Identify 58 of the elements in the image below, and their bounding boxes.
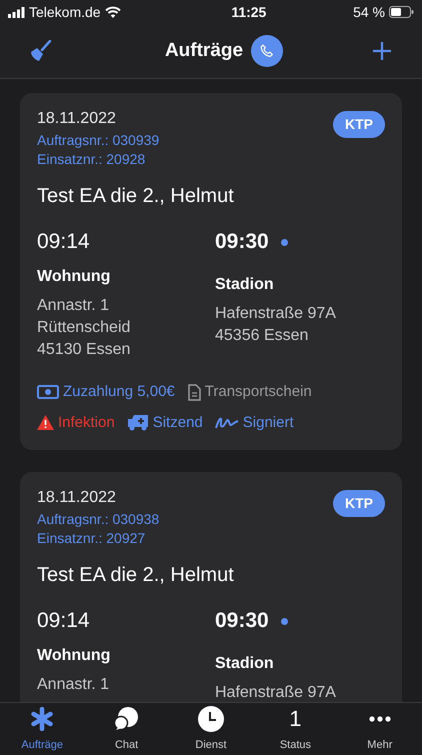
tag-label: Sitzend [152,412,203,432]
order-card[interactable]: 18.11.2022 Auftragsnr.: 030938 Einsatznr.: 20927 KTP Test EA die 2., Helmut 09:14 Wohnung Annastr. 1 09:30 Stadion Hafenstraße 97A [20,472,402,702]
address-line: Hafenstraße 97A [215,683,337,702]
page-title: Aufträge [164,38,244,63]
patient-name: Test EA die 2., Helmut [37,563,235,588]
phone-button[interactable] [251,35,284,67]
add-icon[interactable] [372,41,392,61]
warning-icon [37,415,54,430]
tag-label: Signiert [242,412,294,432]
clock-icon [197,704,226,732]
battery-text: 54 % [353,2,385,22]
patient-name: Test EA die 2., Helmut [37,184,235,209]
tab-item[interactable]: 1 Status [253,703,338,755]
time-text: 09:14 [37,229,90,256]
signal-icon [8,6,25,18]
phone-icon [260,44,274,58]
tab-item[interactable]: Aufträge [0,703,84,755]
order-card[interactable] [20,93,402,450]
broom-icon[interactable] [30,40,52,62]
location-name: Stadion [215,275,275,295]
mission-number: Einsatznr.: 20928 [37,150,146,169]
tag-label: Infektion [58,412,115,432]
tag-label: Transportschein [204,382,312,402]
signature-icon [214,416,239,430]
document-icon [186,384,201,401]
asterisk-icon [30,706,54,730]
location-name: Wohnung [37,646,112,666]
status-count: 1 [289,704,302,732]
chat-bubbles-icon [112,706,141,732]
clock-text: 11:25 [231,2,266,22]
order-number: Auftragsnr.: 030939 [37,131,160,150]
order-number: Auftragsnr.: 030938 [37,510,160,529]
date-text: 18.11.2022 [37,488,117,508]
address-line: 45130 Essen [37,340,132,360]
ktp-badge: KTP [333,111,385,138]
address-line: Annastr. 1 [37,675,110,695]
location-name: Stadion [215,654,275,674]
ktp-badge: KTP [333,490,385,517]
location-name: Wohnung [37,267,112,287]
date-text: 18.11.2022 [37,109,117,129]
tab-item[interactable]: Chat [84,703,169,755]
carrier-text: Telekom.de [29,2,101,22]
mission-number: Einsatznr.: 20927 [37,529,146,548]
wifi-icon [104,6,121,18]
tab-item[interactable]: Dienst [168,703,254,755]
tag-label: Zuzahlung 5,00€ [63,382,175,402]
time-text: 09:30 [215,608,269,634]
time-text: 09:30 [215,229,269,256]
banknote-icon [37,385,59,400]
address-line: Annastr. 1 [37,296,110,316]
battery-icon [389,6,414,18]
ambulance-icon [126,414,149,432]
time-text: 09:14 [37,608,90,634]
tab-item[interactable]: Mehr [338,703,422,755]
address-line: Rüttenscheid [37,318,132,338]
address-line: Hafenstraße 97A [215,304,337,324]
more-icon [368,716,391,722]
address-line: 45356 Essen [215,326,310,346]
